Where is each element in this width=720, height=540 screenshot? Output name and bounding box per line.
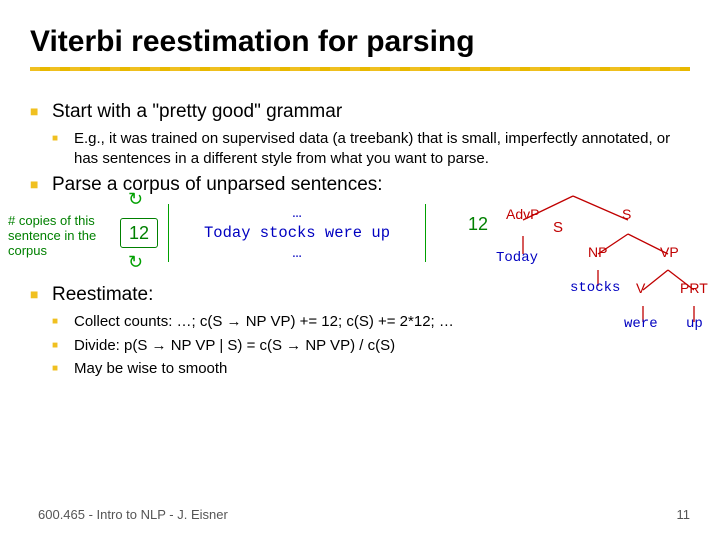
bullet-text: Start with a "pretty good" grammar — [52, 101, 342, 122]
loop-icon: ↻ — [128, 189, 143, 210]
bullet-reestimate: Reestimate: Collect counts: …; c(S → NP … — [30, 284, 690, 379]
subbullet-divide: Divide: p(S → NP VP | S) = c(S → NP VP) … — [52, 336, 690, 356]
slide-title: Viterbi reestimation for parsing — [0, 0, 720, 67]
page-number: 11 — [677, 507, 691, 522]
node-s-root-annotation: S — [553, 219, 563, 236]
sentence-line: Today stocks were up — [169, 222, 425, 242]
sentence-example-area: ↻ # copies of this sentence in the corpu… — [30, 204, 690, 274]
node-vp: VP — [660, 244, 679, 260]
ellipsis-top: … — [169, 204, 425, 222]
slide-footer: 600.465 - Intro to NLP - J. Eisner — [38, 507, 228, 522]
subbullet-treebank: E.g., it was trained on supervised data … — [52, 129, 690, 168]
slide-content: Start with a "pretty good" grammar E.g.,… — [0, 101, 720, 379]
copies-label: # copies of this sentence in the corpus — [8, 214, 118, 259]
bullet-text: Reestimate: — [52, 284, 153, 305]
ellipsis-bottom: … — [169, 242, 425, 262]
loop-icon: ↻ — [128, 252, 143, 273]
sentence-box: … Today stocks were up … — [168, 204, 426, 262]
tree-count-12: 12 — [468, 214, 488, 235]
copies-count-box: 12 — [120, 218, 158, 248]
title-underline — [30, 67, 690, 71]
leaf-today: Today — [496, 250, 538, 266]
node-advp: AdvP — [506, 206, 539, 222]
node-s: S — [622, 206, 631, 222]
subbullet-collect-counts: Collect counts: …; c(S → NP VP) += 12; c… — [52, 312, 690, 332]
node-np: NP — [588, 244, 607, 260]
subbullet-smooth: May be wise to smooth — [52, 359, 690, 379]
bullet-start-grammar: Start with a "pretty good" grammar E.g.,… — [30, 101, 690, 168]
